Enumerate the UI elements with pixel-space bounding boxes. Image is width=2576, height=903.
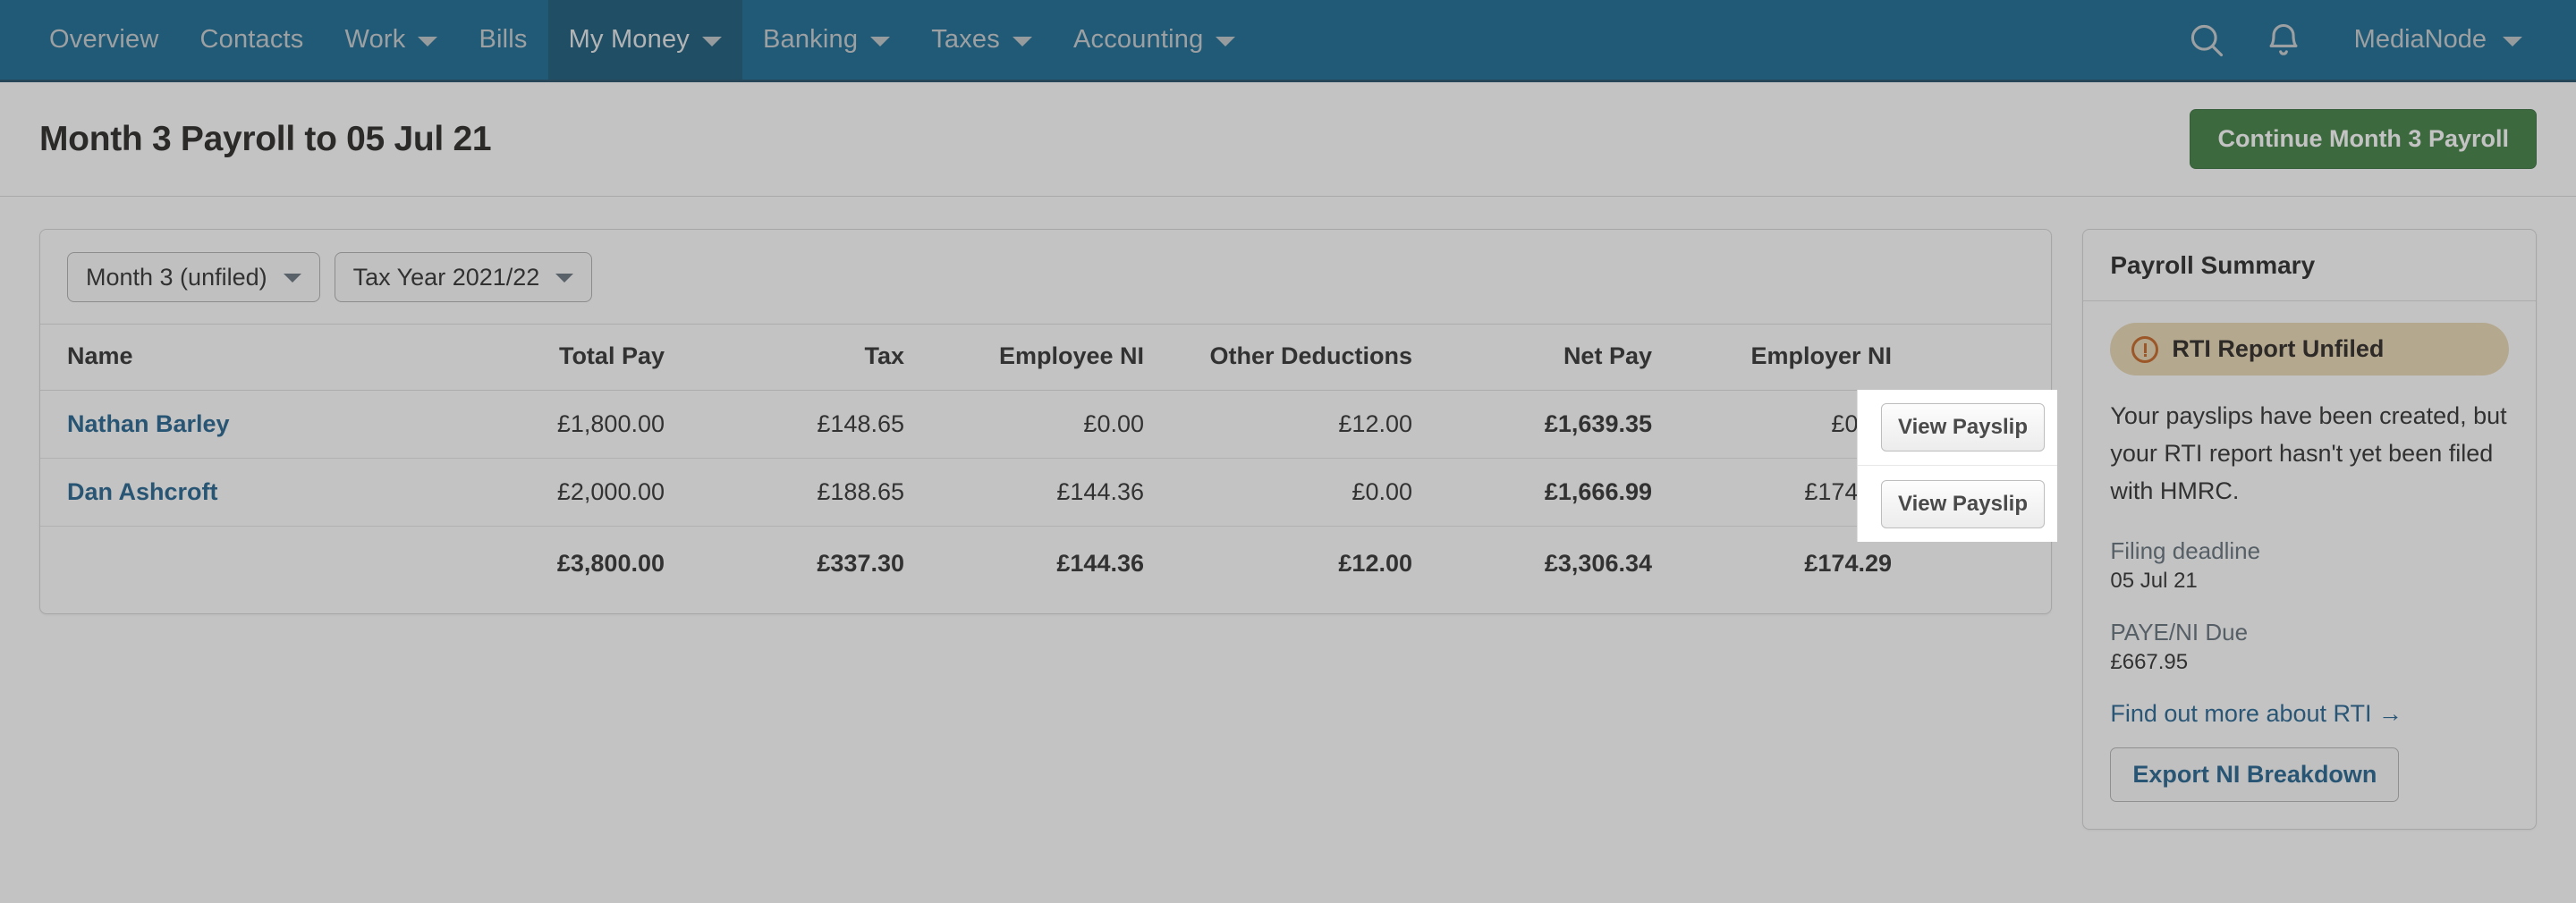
table-body: Nathan Barley £1,800.00 £148.65 £0.00 £1… xyxy=(40,391,2052,614)
column-header-employee-ni[interactable]: Employee NI xyxy=(904,325,1144,391)
status-badge: RTI Report Unfiled xyxy=(2110,323,2509,376)
chevron-down-icon xyxy=(418,37,438,46)
paye-ni-due-value: £667.95 xyxy=(2110,649,2189,674)
cell-employee-ni: £144.36 xyxy=(1056,478,1144,505)
summary-heading: Payroll Summary xyxy=(2083,230,2536,301)
summary-body: RTI Report Unfiled Your payslips have be… xyxy=(2083,301,2536,829)
page-root: Overview Contacts Work Bills My Money Ba… xyxy=(0,0,2576,903)
cell-name: Dan Ashcroft xyxy=(40,459,425,527)
table-row: Nathan Barley £1,800.00 £148.65 £0.00 £1… xyxy=(40,391,2052,459)
cell-tax: £188.65 xyxy=(817,478,904,505)
nav-item-contacts[interactable]: Contacts xyxy=(179,0,324,80)
nav-item-overview[interactable]: Overview xyxy=(29,0,179,80)
payroll-summary-card: Payroll Summary RTI Report Unfiled Your … xyxy=(2082,229,2537,830)
table-header-row: Name Total Pay Tax Employee NI Other Ded… xyxy=(40,325,2052,391)
search-icon[interactable] xyxy=(2168,0,2245,81)
cell-name: Nathan Barley xyxy=(40,391,425,459)
period-select[interactable]: Month 3 (unfiled) xyxy=(67,252,320,302)
nav-actions: MediaNode xyxy=(2168,0,2576,80)
column-header-net-pay[interactable]: Net Pay xyxy=(1412,325,1652,391)
chevron-down-icon xyxy=(1216,37,1236,46)
nav-item-banking[interactable]: Banking xyxy=(742,0,911,80)
summary-description: Your payslips have been created, but you… xyxy=(2110,402,2507,504)
period-select-value: Month 3 (unfiled) xyxy=(86,263,267,291)
nav-label: Banking xyxy=(762,25,859,54)
table-filter-bar: Month 3 (unfiled) Tax Year 2021/22 xyxy=(40,230,2052,325)
tax-year-select-value: Tax Year 2021/22 xyxy=(352,263,540,291)
column-header-name[interactable]: Name xyxy=(40,325,425,391)
nav-label: Accounting xyxy=(1072,25,1204,54)
column-header-total-pay[interactable]: Total Pay xyxy=(425,325,665,391)
view-payslip-button-dan-ashcroft[interactable]: View Payslip xyxy=(1881,479,2045,528)
cell-employer-ni: £174.29 xyxy=(1804,478,1892,505)
totals-cell-employee-ni: £144.36 xyxy=(1056,550,1144,577)
chevron-down-icon xyxy=(2503,37,2522,46)
rti-info-link[interactable]: Find out more about RTI → xyxy=(2110,700,2402,728)
nav-label: Contacts xyxy=(199,25,304,54)
totals-cell-net-pay: £3,306.34 xyxy=(1544,550,1652,577)
nav-item-work[interactable]: Work xyxy=(325,0,459,80)
nav-label: Overview xyxy=(49,25,159,54)
user-name-label: MediaNode xyxy=(2353,25,2487,54)
continue-payroll-button[interactable]: Continue Month 3 Payroll xyxy=(2190,109,2537,169)
sticky-action-column: View Payslip View Payslip xyxy=(1857,390,2057,542)
chevron-down-icon xyxy=(1012,37,1032,46)
filing-deadline-label: Filing deadline xyxy=(2110,536,2261,564)
totals-cell-total-pay: £3,800.00 xyxy=(556,550,665,577)
sticky-action-cell: View Payslip xyxy=(1858,466,2057,542)
filing-deadline-value: 05 Jul 21 xyxy=(2110,568,2198,593)
main-content: Month 3 (unfiled) Tax Year 2021/22 Name … xyxy=(0,197,2576,900)
cell-total-pay: £2,000.00 xyxy=(556,478,665,505)
totals-cell-tax: £337.30 xyxy=(817,550,904,577)
cell-employee-ni: £0.00 xyxy=(1083,410,1144,437)
nav-item-taxes[interactable]: Taxes xyxy=(911,0,1053,80)
tax-year-select[interactable]: Tax Year 2021/22 xyxy=(334,252,593,302)
employee-link-nathan-barley[interactable]: Nathan Barley xyxy=(67,410,230,437)
cell-net-pay: £1,639.35 xyxy=(1544,410,1652,437)
nav-label: Bills xyxy=(479,25,528,54)
cell-tax: £148.65 xyxy=(817,410,904,437)
cell-other-deductions: £0.00 xyxy=(1352,478,1412,505)
employee-link-dan-ashcroft[interactable]: Dan Ashcroft xyxy=(67,478,218,505)
table-row: Dan Ashcroft £2,000.00 £188.65 £144.36 £… xyxy=(40,459,2052,527)
payroll-table-card: Month 3 (unfiled) Tax Year 2021/22 Name … xyxy=(39,229,2053,614)
cell-other-deductions: £12.00 xyxy=(1338,410,1412,437)
table-totals-row: £3,800.00 £337.30 £144.36 £12.00 £3,306.… xyxy=(40,527,2051,614)
nav-label: Taxes xyxy=(931,25,1000,54)
page-header: Month 3 Payroll to 05 Jul 21 Continue Mo… xyxy=(0,82,2576,197)
bell-icon[interactable] xyxy=(2245,0,2322,81)
paye-ni-due-label: PAYE/NI Due xyxy=(2110,618,2249,646)
column-header-actions xyxy=(1892,325,2052,391)
nav-item-bills[interactable]: Bills xyxy=(458,0,547,80)
top-navigation-bar: Overview Contacts Work Bills My Money Ba… xyxy=(0,0,2576,82)
totals-cell-employer-ni: £174.29 xyxy=(1804,550,1892,577)
column-header-other-deductions[interactable]: Other Deductions xyxy=(1144,325,1412,391)
nav-item-my-money[interactable]: My Money xyxy=(547,0,742,80)
totals-cell-name xyxy=(40,527,425,614)
nav-item-accounting[interactable]: Accounting xyxy=(1053,0,1257,80)
totals-cell-other-deductions: £12.00 xyxy=(1338,550,1412,577)
cell-net-pay: £1,666.99 xyxy=(1544,478,1652,505)
cell-total-pay: £1,800.00 xyxy=(556,410,665,437)
warning-circle-icon xyxy=(2131,335,2159,363)
view-payslip-button-nathan-barley[interactable]: View Payslip xyxy=(1881,403,2045,452)
payroll-table: Name Total Pay Tax Employee NI Other Ded… xyxy=(40,325,2052,613)
nav-label: Work xyxy=(344,25,406,54)
export-ni-breakdown-button[interactable]: Export NI Breakdown xyxy=(2110,747,2400,802)
status-badge-label: RTI Report Unfiled xyxy=(2172,335,2385,362)
page-title: Month 3 Payroll to 05 Jul 21 xyxy=(39,119,492,158)
table-head: Name Total Pay Tax Employee NI Other Ded… xyxy=(40,325,2052,391)
nav-links: Overview Contacts Work Bills My Money Ba… xyxy=(0,0,1256,80)
column-header-employer-ni[interactable]: Employer NI xyxy=(1652,325,1892,391)
chevron-down-icon xyxy=(870,37,891,46)
user-menu[interactable]: MediaNode xyxy=(2322,25,2544,55)
sticky-action-cell: View Payslip xyxy=(1858,390,2057,466)
chevron-down-icon xyxy=(701,37,722,46)
cell-employer-ni: £0.00 xyxy=(1652,391,1892,459)
column-header-tax[interactable]: Tax xyxy=(665,325,904,391)
nav-label: My Money xyxy=(568,25,690,54)
